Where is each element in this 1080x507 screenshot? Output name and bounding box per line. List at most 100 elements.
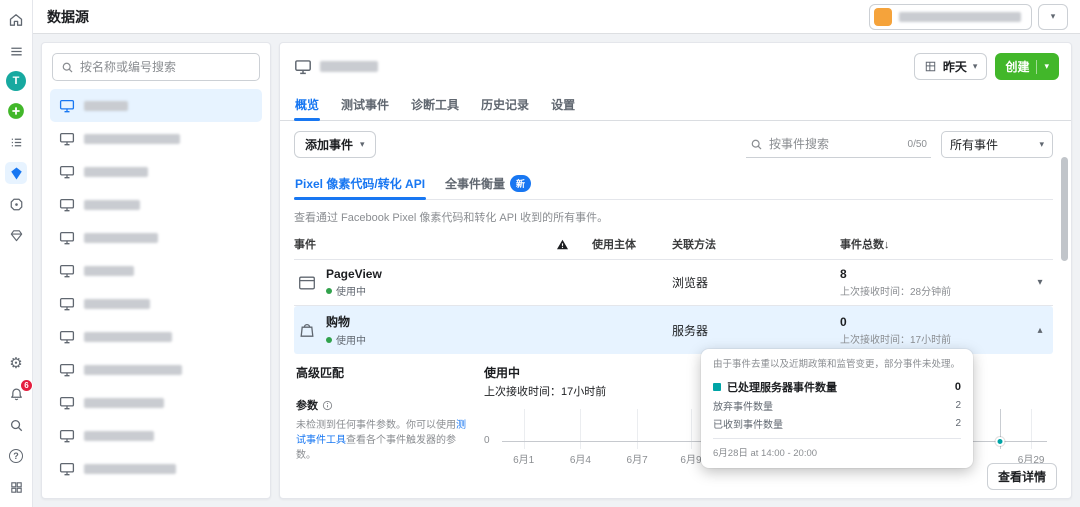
subtab-pixel-capi[interactable]: Pixel 像素代码/转化 API <box>294 168 427 200</box>
add-event-button[interactable]: 添加事件 ▾ <box>294 131 376 158</box>
new-badge: 新 <box>510 175 532 192</box>
event-row-pageview[interactable]: PageView 使用中 浏览器 8 上次接收时间：28分钟前 ▾ <box>294 260 1053 306</box>
event-row-purchase[interactable]: 购物 使用中 服务器 0 上次接收时间：17小时前 ▴ <box>294 306 1053 354</box>
monitor-icon <box>59 363 75 377</box>
scrollbar-thumb[interactable] <box>1061 157 1068 261</box>
redacted-text <box>84 265 134 276</box>
tooltip-row-value: 0 <box>954 381 961 393</box>
view-details-button[interactable]: 查看详情 <box>986 463 1057 490</box>
redacted-text <box>84 430 154 441</box>
event-status: 使用中 <box>326 332 366 347</box>
date-range-selector[interactable]: 昨天 ▾ <box>913 53 988 80</box>
event-search-input[interactable] <box>769 137 902 151</box>
note-prefix: 未检测到任何事件参数。你可以使用 <box>296 420 456 431</box>
last-received: 上次接收时间：28分钟前 <box>840 287 952 298</box>
calendar-grid-icon <box>925 61 936 72</box>
gem-icon[interactable] <box>5 224 27 246</box>
events-manager-icon[interactable] <box>5 162 27 184</box>
create-button[interactable]: 创建 ▾ <box>995 53 1059 80</box>
tasks-list-icon[interactable] <box>5 131 27 153</box>
event-status: 使用中 <box>326 283 382 298</box>
menu-icon[interactable] <box>5 40 27 62</box>
datasource-item[interactable] <box>50 155 262 188</box>
events-table-header: 事件 使用主体 关联方法 事件总数↓ <box>294 229 1053 260</box>
tab-history[interactable]: 历史记录 <box>480 88 530 120</box>
gridline <box>1031 409 1033 449</box>
vertical-scrollbar[interactable] <box>1061 157 1068 486</box>
datasource-item[interactable] <box>50 320 262 353</box>
redacted-text <box>84 166 148 177</box>
avatar[interactable]: T <box>6 71 26 91</box>
monitor-icon <box>59 462 75 476</box>
datasource-item[interactable] <box>50 353 262 386</box>
col-total[interactable]: 事件总数↓ <box>840 236 1027 252</box>
account-dropdown-button[interactable]: ▾ <box>1038 3 1068 30</box>
main-header: 昨天 ▾ 创建 ▾ <box>280 43 1071 80</box>
octagon-star-icon[interactable] <box>5 193 27 215</box>
apps-grid-icon[interactable] <box>5 476 27 498</box>
home-icon[interactable] <box>5 9 27 31</box>
event-filter-value: 所有事件 <box>950 138 999 152</box>
datasource-item[interactable] <box>50 419 262 452</box>
left-rail: T ⚙ 6 ? <box>0 0 33 507</box>
octagon-icon-glyph <box>10 198 22 210</box>
notifications-bell-icon[interactable]: 6 <box>5 379 33 405</box>
event-status-label: 使用中 <box>336 287 366 298</box>
event-name: PageView <box>326 267 382 281</box>
search-icon <box>62 62 73 72</box>
datasource-item[interactable] <box>50 254 262 287</box>
collapse-chevron-up-icon[interactable]: ▴ <box>1027 325 1053 336</box>
data-point-marker[interactable] <box>995 437 1005 446</box>
source-subtabs: Pixel 像素代码/转化 API 全事件衡量 新 <box>294 168 1053 200</box>
event-cell: PageView 使用中 <box>294 267 556 298</box>
col-method[interactable]: 关联方法 <box>672 236 840 252</box>
redacted-text <box>84 331 172 342</box>
subtab-all-events-label: 全事件衡量 <box>445 177 506 191</box>
col-entity[interactable]: 使用主体 <box>592 236 672 252</box>
col-event[interactable]: 事件 <box>294 236 556 252</box>
datasource-list <box>50 89 262 488</box>
shopping-bag-icon <box>298 322 316 338</box>
create-plus-icon[interactable] <box>5 100 27 122</box>
tab-test-events[interactable]: 测试事件 <box>340 88 390 120</box>
params-note: 未检测到任何事件参数。你可以使用测试事件工具查看各个事件触发器的参数。 <box>296 418 472 463</box>
search-icon[interactable] <box>5 414 27 436</box>
chart-tooltip: 由于事件去重以及近期政策和监管变更，部分事件未处理。 已处理服务器事件数量 0 … <box>701 349 973 468</box>
redacted-text <box>84 199 140 210</box>
header-actions: 昨天 ▾ 创建 ▾ <box>913 53 1059 80</box>
redacted-account-name <box>899 11 1021 22</box>
notification-count-badge: 6 <box>20 379 33 392</box>
monitor-icon <box>59 99 75 113</box>
datasource-item[interactable] <box>50 452 262 485</box>
y-axis-zero: 0 <box>484 435 490 446</box>
datasource-item[interactable] <box>50 188 262 221</box>
datasource-item[interactable] <box>50 386 262 419</box>
redacted-text <box>84 133 180 144</box>
datasource-item[interactable] <box>50 221 262 254</box>
warning-icon <box>556 239 569 249</box>
gear-glyph: ⚙ <box>9 354 23 372</box>
gridline <box>580 409 582 449</box>
datasource-item[interactable] <box>50 287 262 320</box>
redacted-text <box>84 298 150 309</box>
x-tick-label: 6月1 <box>513 455 535 466</box>
subtab-all-events[interactable]: 全事件衡量 新 <box>444 168 532 199</box>
account-selector[interactable] <box>869 3 1032 30</box>
help-icon[interactable]: ? <box>5 445 27 467</box>
settings-gear-icon[interactable]: ⚙ <box>5 352 27 374</box>
event-filter-select[interactable]: 所有事件 ▾ <box>941 131 1053 158</box>
info-icon[interactable] <box>322 400 333 411</box>
datasource-search-input[interactable] <box>80 60 251 74</box>
total-cell: 0 上次接收时间：17小时前 <box>840 315 1027 346</box>
tab-diagnostics[interactable]: 诊断工具 <box>410 88 460 120</box>
home-icon-glyph <box>9 14 23 26</box>
monitor-icon <box>59 165 75 179</box>
chevron-down-icon: ▾ <box>1044 61 1049 71</box>
tab-settings[interactable]: 设置 <box>550 88 576 120</box>
tab-overview[interactable]: 概览 <box>294 88 321 121</box>
expand-chevron-down-icon[interactable]: ▾ <box>1027 277 1053 288</box>
gem-icon-glyph <box>10 229 22 241</box>
datasource-item[interactable] <box>50 122 262 155</box>
datasource-item[interactable] <box>50 89 262 122</box>
event-name: 购物 <box>326 315 351 329</box>
